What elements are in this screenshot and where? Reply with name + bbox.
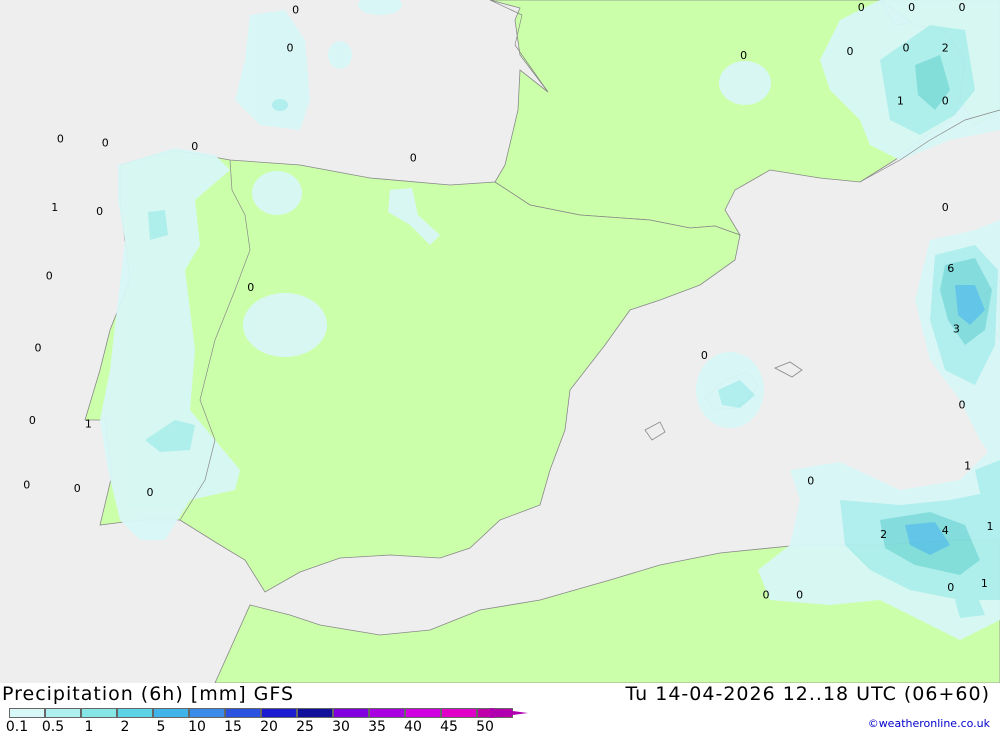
legend-swatch bbox=[369, 708, 405, 718]
legend-swatch bbox=[117, 708, 153, 718]
precip-value-label: 0 bbox=[903, 41, 910, 54]
precip-value-label: 0 bbox=[247, 281, 254, 294]
precip-value-label: 0 bbox=[947, 581, 954, 594]
precip-value-label: 0 bbox=[959, 1, 966, 14]
precip-value-label: 0 bbox=[959, 399, 966, 412]
legend-swatch bbox=[225, 708, 261, 718]
precip-value-label: 0 bbox=[191, 140, 198, 153]
precip-value-label: 2 bbox=[942, 41, 949, 54]
valid-time: Tu 14-04-2026 12..18 UTC (06+60) bbox=[625, 683, 990, 705]
precip-value-label: 0 bbox=[74, 482, 81, 495]
credit-link[interactable]: ©weatheronline.co.uk bbox=[868, 717, 990, 730]
precip-value-label: 0 bbox=[942, 201, 949, 214]
precip-value-label: 0 bbox=[701, 349, 708, 362]
legend-swatch bbox=[9, 708, 45, 718]
precip-value-label: 0 bbox=[740, 49, 747, 62]
legend-swatch bbox=[45, 708, 81, 718]
legend-swatch bbox=[261, 708, 297, 718]
legend-swatch bbox=[333, 708, 369, 718]
precip-value-label: 0 bbox=[763, 589, 770, 602]
precip-value-label: 1 bbox=[897, 95, 904, 108]
precip-value-label: 2 bbox=[880, 528, 887, 541]
legend-swatch bbox=[297, 708, 333, 718]
legend-swatch bbox=[441, 708, 477, 718]
precipitation-map: 0 0 0 0 0 0 1 0 0 0 0 0 1 0 0 0 0 0 0 0 0 0 2 1 0 0 6 3 0 1 0 2 4 1 0 1 0 0 0 bbox=[0, 0, 1000, 683]
precip-value-label: 0 bbox=[292, 3, 299, 16]
precip-value-label: 0 bbox=[847, 45, 854, 58]
precip-value-label: 0 bbox=[807, 475, 814, 488]
precip-value-label: 0 bbox=[96, 205, 103, 218]
precip-value-label: 0 bbox=[147, 486, 154, 499]
map-title: Precipitation (6h) [mm] GFS bbox=[2, 683, 295, 705]
precip-value-label: 0 bbox=[57, 133, 64, 146]
precip-value-label: 0 bbox=[908, 1, 915, 14]
precip-value-label: 0 bbox=[102, 136, 109, 149]
legend-swatch bbox=[81, 708, 117, 718]
precip-value-label: 0 bbox=[942, 95, 949, 108]
precip-value-label: 4 bbox=[942, 524, 949, 537]
precip-value-label: 0 bbox=[46, 269, 53, 282]
legend-swatch bbox=[405, 708, 441, 718]
precip-value-label: 0 bbox=[410, 152, 417, 165]
precip-value-label: 1 bbox=[51, 201, 58, 214]
precip-value-label: 3 bbox=[953, 323, 960, 336]
legend-swatch bbox=[189, 708, 225, 718]
precip-value-label: 0 bbox=[35, 342, 42, 355]
legend-arrow bbox=[490, 708, 528, 718]
precip-value-label: 0 bbox=[287, 41, 294, 54]
precip-value-label: 0 bbox=[29, 414, 36, 427]
precip-value-label: 1 bbox=[964, 459, 971, 472]
precip-value-label: 0 bbox=[858, 1, 865, 14]
precip-value-label: 1 bbox=[981, 577, 988, 590]
precip-value-label: 1 bbox=[85, 418, 92, 431]
legend-swatch bbox=[153, 708, 189, 718]
precip-value-label: 6 bbox=[947, 262, 954, 275]
precip-value-label: 0 bbox=[796, 589, 803, 602]
precip-value-label: 0 bbox=[23, 478, 30, 491]
precip-value-label: 1 bbox=[987, 520, 994, 533]
